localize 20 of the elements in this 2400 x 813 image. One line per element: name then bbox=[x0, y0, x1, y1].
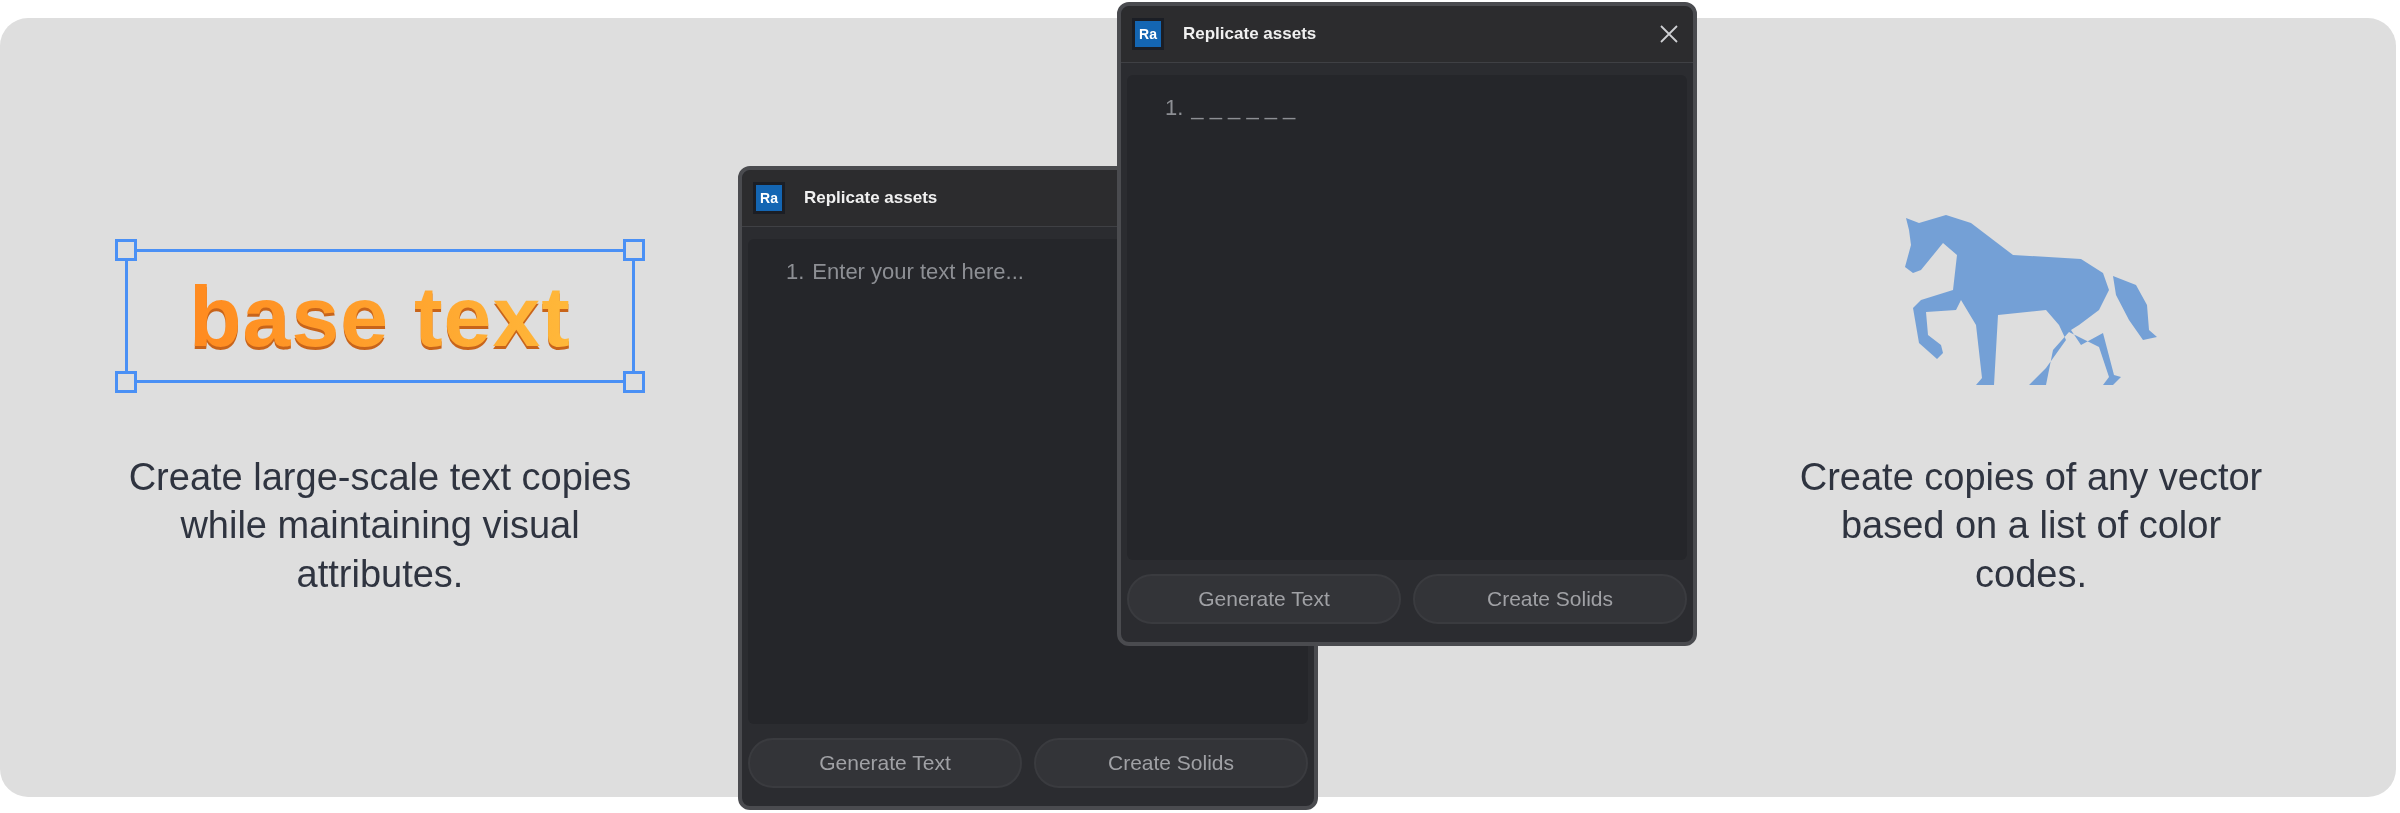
action-button[interactable]: Create Solids bbox=[1034, 738, 1308, 788]
text-area[interactable]: 1. _ _ _ _ _ _ bbox=[1127, 75, 1687, 560]
line-number: 1. bbox=[786, 259, 805, 285]
resize-handle[interactable] bbox=[115, 370, 137, 393]
feature-caption: Create copies of any vector based on a list of color codes. bbox=[1798, 455, 2264, 597]
line-text: _ _ _ _ _ _ bbox=[1191, 95, 1296, 121]
action-button[interactable]: Generate Text bbox=[1127, 574, 1401, 624]
placeholder-text: Enter your text here... bbox=[812, 259, 1024, 285]
feature-caption: Create large-scale text copies while maintaining visual attributes. bbox=[127, 455, 633, 597]
action-button[interactable]: Create Solids bbox=[1413, 574, 1687, 624]
resize-handle[interactable] bbox=[623, 238, 645, 261]
resize-handle[interactable] bbox=[115, 238, 137, 261]
resize-handle[interactable] bbox=[623, 370, 645, 393]
action-button[interactable]: Generate Text bbox=[748, 738, 1022, 788]
app-logo: Ra bbox=[756, 185, 782, 211]
window-title: Replicate assets bbox=[804, 188, 939, 208]
line-number: 1. bbox=[1165, 95, 1184, 121]
window-title: Replicate assets bbox=[1183, 24, 1318, 44]
app-logo: Ra bbox=[1135, 21, 1161, 47]
close-icon[interactable] bbox=[1659, 24, 1679, 44]
